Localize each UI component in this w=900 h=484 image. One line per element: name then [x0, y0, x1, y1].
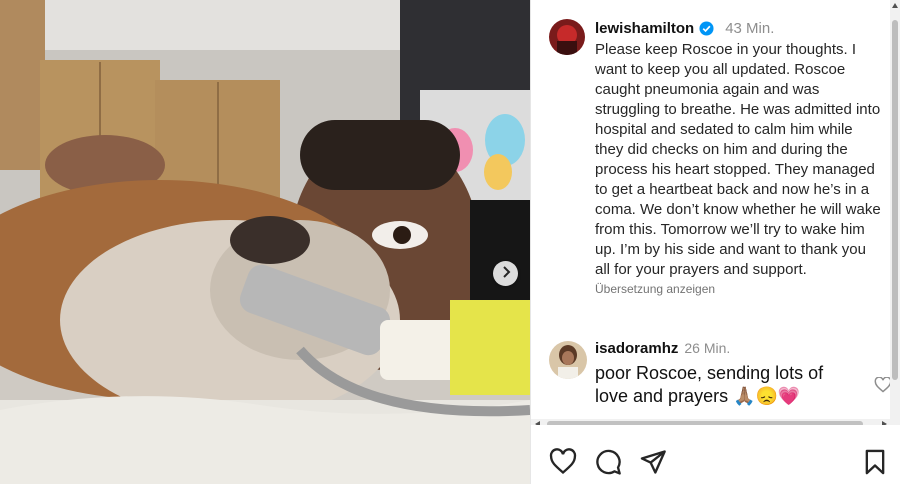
post-username[interactable]: lewishamilton: [595, 20, 694, 37]
bookmark-icon[interactable]: [861, 448, 889, 476]
comment-icon[interactable]: [594, 448, 622, 476]
scroll-up-arrow-icon[interactable]: [892, 3, 898, 8]
horizontal-scrollbar-thumb[interactable]: [547, 421, 863, 425]
comments-scroll-area[interactable]: lewishamilton 43 Min. Please keep Roscoe…: [531, 0, 891, 425]
vertical-scrollbar[interactable]: [890, 0, 900, 425]
scroll-left-arrow-icon[interactable]: [535, 421, 540, 425]
comment-username[interactable]: isadoramhz: [595, 340, 678, 357]
post-caption: Please keep Roscoe in your thoughts. I w…: [595, 41, 881, 278]
post-action-bar: [531, 442, 900, 482]
comments-panel: lewishamilton 43 Min. Please keep Roscoe…: [530, 0, 900, 484]
translate-link[interactable]: Übersetzung anzeigen: [595, 282, 885, 296]
verified-badge-icon: [699, 20, 714, 36]
post-photo: [0, 0, 530, 484]
horizontal-scrollbar[interactable]: [531, 419, 891, 425]
scroll-right-arrow-icon[interactable]: [882, 421, 887, 425]
comment-time: 26 Min.: [684, 340, 731, 356]
carousel-next-button[interactable]: [493, 261, 518, 286]
share-icon[interactable]: [639, 448, 667, 476]
avatar[interactable]: [549, 341, 587, 379]
comment-text: poor Roscoe, sending lots of love and pr…: [595, 363, 824, 406]
chevron-right-icon: [501, 265, 511, 283]
photo-image: [0, 0, 530, 484]
avatar[interactable]: [549, 19, 585, 55]
vertical-scrollbar-thumb[interactable]: [892, 20, 898, 380]
post-time: 43 Min.: [725, 19, 775, 37]
comment-like-heart-icon[interactable]: [874, 376, 891, 393]
heart-icon[interactable]: [549, 448, 577, 476]
